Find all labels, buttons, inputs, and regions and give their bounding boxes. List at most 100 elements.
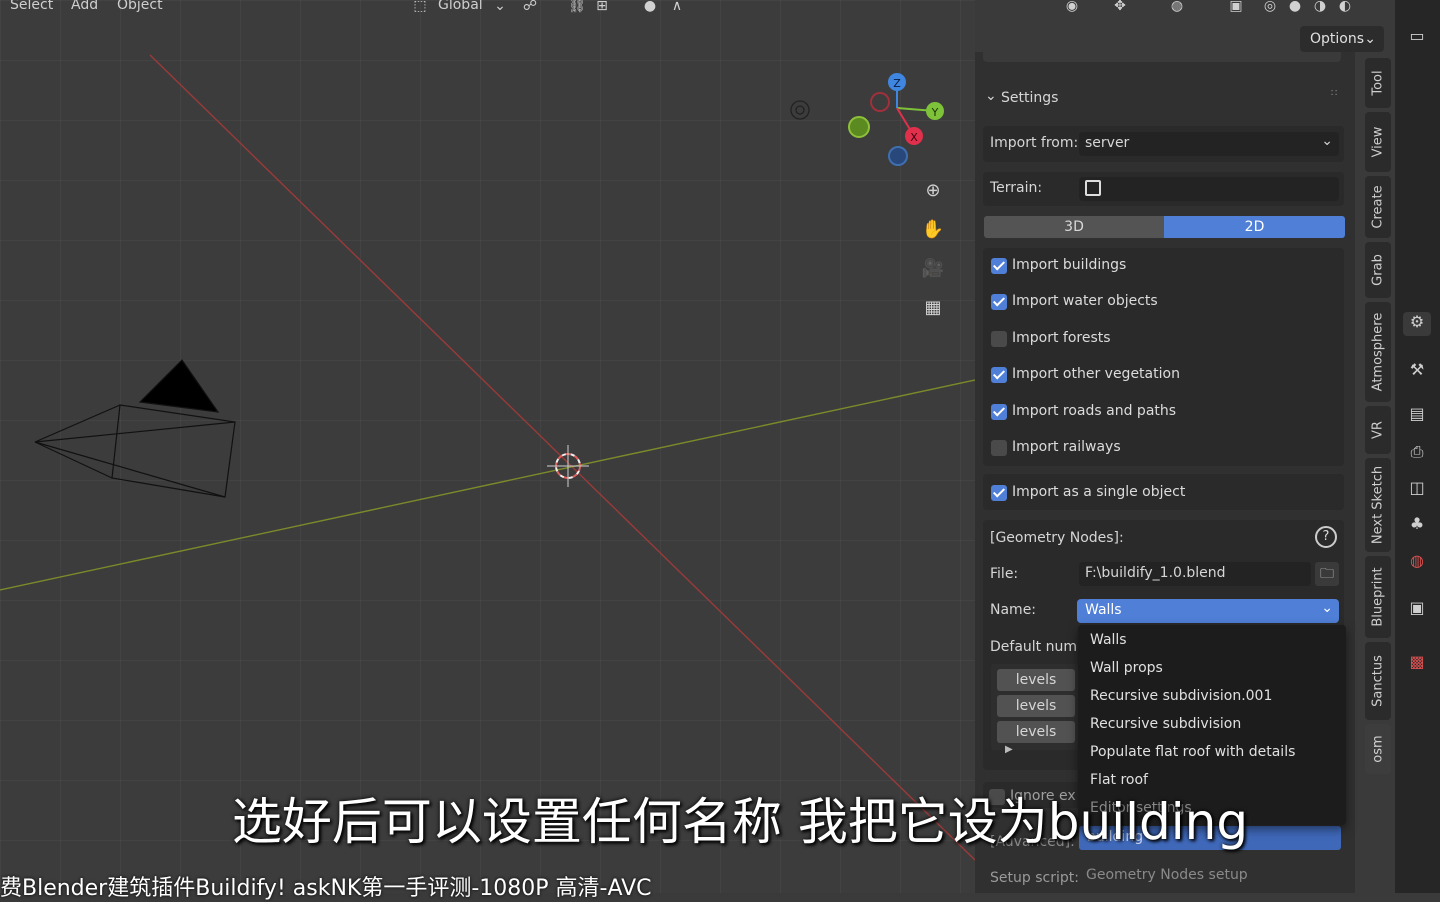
mode-2d-button[interactable]: 2D: [1164, 216, 1345, 238]
scene-icon[interactable]: ♣: [1403, 514, 1431, 538]
pivot-icon[interactable]: ☍: [518, 0, 542, 18]
falloff-icon[interactable]: ∧: [665, 0, 689, 18]
sidebar-tabs: Tool View Create Grab Atmosphere VR Next…: [1365, 52, 1391, 893]
file-path-value: F:\buildify_1.0.blend: [1085, 565, 1226, 581]
collection-icon[interactable]: ▣: [1403, 598, 1431, 622]
hand-pan-icon[interactable]: ✋: [918, 215, 948, 245]
chevron-down-icon[interactable]: ⌄: [488, 0, 512, 18]
visibility-icon[interactable]: ◉: [1060, 0, 1084, 18]
transform-orientation-dropdown[interactable]: Global: [438, 0, 483, 13]
checkbox-label: Import railways: [1012, 439, 1121, 455]
menu-add[interactable]: Add: [71, 0, 98, 13]
tab-label: Sanctus: [1370, 655, 1386, 707]
checkbox-label: Import other vegetation: [1012, 366, 1180, 382]
folder-icon[interactable]: 🗀: [1315, 562, 1339, 586]
menu-object[interactable]: Object: [117, 0, 163, 13]
checkbox-import-roads[interactable]: [991, 404, 1007, 420]
tab-create[interactable]: Create: [1365, 176, 1391, 238]
tab-label: Atmosphere: [1370, 312, 1386, 392]
properties-editor-strip: ▭ ⚙ ⚒ ▤ ⎙ ◫ ♣ ◍ ▣ ▩: [1395, 0, 1440, 893]
dropdown-item-populate-flat-roof[interactable]: Populate flat roof with details: [1090, 744, 1295, 760]
grid-perspective-icon[interactable]: ▦: [918, 293, 948, 323]
levels-item-2[interactable]: levels: [997, 695, 1075, 717]
name-label: Name:: [990, 602, 1037, 618]
setup-script-label: Setup script:: [990, 870, 1079, 886]
drag-handle-icon[interactable]: ∷: [1331, 88, 1337, 99]
output-icon[interactable]: ▤: [1403, 404, 1431, 428]
checkbox-label: Import roads and paths: [1012, 403, 1177, 419]
shading-material-icon[interactable]: ◑: [1308, 0, 1332, 18]
checkbox-import-forests[interactable]: [991, 331, 1007, 347]
expand-triangle-icon[interactable]: ▶: [1005, 744, 1013, 755]
checkbox-import-railways[interactable]: [991, 440, 1007, 456]
proportional-edit-icon[interactable]: ●: [638, 0, 662, 18]
terrain-label: Terrain:: [990, 180, 1043, 196]
terrain-field[interactable]: [1079, 177, 1339, 201]
levels-item-3[interactable]: levels: [997, 721, 1075, 743]
default-number-label: Default numl: [990, 639, 1078, 655]
shading-solid-icon[interactable]: ●: [1283, 0, 1307, 18]
y-axis-line: [0, 379, 975, 591]
options-dropdown[interactable]: Options ⌄: [1300, 26, 1384, 52]
menu-select[interactable]: Select: [10, 0, 53, 13]
snap-target-icon[interactable]: ⊞: [590, 0, 614, 18]
import-options-group: [983, 248, 1344, 466]
texture-icon[interactable]: ▩: [1403, 652, 1431, 676]
tab-label: Create: [1370, 185, 1386, 229]
levels-item-1[interactable]: levels: [997, 669, 1075, 691]
import-from-value: server: [1085, 135, 1130, 151]
tab-label: Tool: [1370, 70, 1386, 96]
setup-script-value[interactable]: Geometry Nodes setup: [1086, 867, 1248, 883]
tab-vr[interactable]: VR: [1365, 406, 1391, 454]
dropdown-item-walls[interactable]: Walls: [1090, 632, 1127, 648]
tab-next-sketch[interactable]: Next Sketch: [1365, 458, 1391, 552]
tab-atmosphere[interactable]: Atmosphere: [1365, 302, 1391, 402]
tab-tool[interactable]: Tool: [1365, 58, 1391, 108]
tab-view[interactable]: View: [1365, 112, 1391, 172]
3d-viewport[interactable]: [0, 0, 975, 893]
tool-settings-icon[interactable]: ⚙: [1403, 312, 1431, 336]
name-dropdown[interactable]: Walls ⌄: [1077, 599, 1339, 623]
dropdown-item-recursive-subdivision-001[interactable]: Recursive subdivision.001: [1090, 688, 1272, 704]
tab-label: Blueprint: [1370, 567, 1386, 627]
tab-sanctus[interactable]: Sanctus: [1365, 642, 1391, 720]
checkbox-import-buildings[interactable]: [991, 258, 1007, 274]
terrain-object-icon: [1085, 180, 1101, 196]
camera-view-icon[interactable]: 🎥: [918, 254, 948, 284]
snap-icon[interactable]: ⛓: [565, 0, 589, 18]
outliner-icon[interactable]: ▭: [1403, 26, 1431, 50]
dropdown-item-recursive-subdivision[interactable]: Recursive subdivision: [1090, 716, 1241, 732]
shading-wireframe-icon[interactable]: ◎: [1258, 0, 1282, 18]
help-icon[interactable]: ?: [1315, 526, 1337, 548]
dropdown-item-wall-props[interactable]: Wall props: [1090, 660, 1163, 676]
tab-grab[interactable]: Grab: [1365, 242, 1391, 298]
checkbox-label: Import buildings: [1012, 257, 1127, 273]
light-object: [790, 100, 810, 120]
viewport-overlay: [0, 54, 975, 861]
world-icon[interactable]: ◍: [1403, 551, 1431, 575]
file-path-input[interactable]: F:\buildify_1.0.blend: [1079, 562, 1311, 586]
tab-osm[interactable]: osm: [1365, 724, 1391, 774]
checkbox-import-vegetation[interactable]: [991, 367, 1007, 383]
zoom-icon[interactable]: ⊕: [918, 176, 948, 206]
options-label: Options: [1310, 31, 1365, 47]
checkbox-import-water[interactable]: [991, 294, 1007, 310]
xray-icon[interactable]: ▣: [1224, 0, 1248, 18]
chevron-down-icon[interactable]: ⌄: [985, 88, 997, 104]
gizmo-toggle-icon[interactable]: ✥: [1108, 0, 1132, 18]
print-icon[interactable]: ⎙: [1403, 442, 1431, 466]
import-from-dropdown[interactable]: server ⌄: [1079, 132, 1339, 156]
checkbox-single-object[interactable]: [991, 485, 1007, 501]
overlay-toggle-icon[interactable]: ◍: [1165, 0, 1189, 18]
file-label: File:: [990, 566, 1019, 582]
x-axis-line: [149, 54, 975, 861]
tab-blueprint[interactable]: Blueprint: [1365, 556, 1391, 638]
navigation-gizmo[interactable]: Z Y X: [840, 68, 950, 168]
shading-rendered-icon[interactable]: ◐: [1333, 0, 1357, 18]
render-icon[interactable]: ⚒: [1403, 360, 1431, 384]
view-layer-icon[interactable]: ◫: [1403, 478, 1431, 502]
mode-3d-button[interactable]: 3D: [984, 216, 1164, 238]
tab-label: osm: [1370, 735, 1386, 763]
settings-section-title[interactable]: Settings: [1001, 90, 1058, 106]
checkbox-label: Import water objects: [1012, 293, 1158, 309]
